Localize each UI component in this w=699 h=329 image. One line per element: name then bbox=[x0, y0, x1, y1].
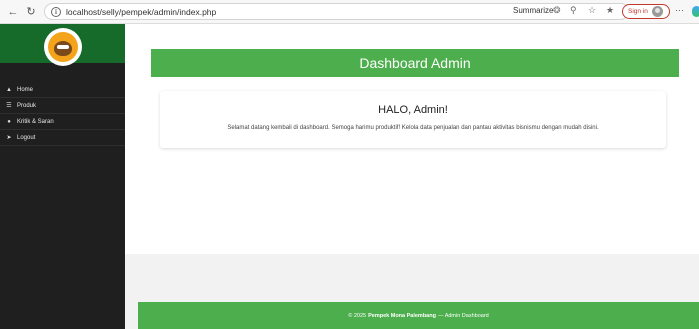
favorites-list-icon[interactable]: ★ bbox=[606, 5, 614, 16]
sidebar-item-produk[interactable]: ☰ Produk bbox=[0, 98, 125, 114]
footer: © 2025 Pempek Mona Palembang — Admin Das… bbox=[138, 302, 699, 329]
sidebar-item-label: Kritik & Saran bbox=[17, 118, 54, 125]
list-icon: ☰ bbox=[6, 103, 12, 109]
sidebar-item-home[interactable]: ▲ Home bbox=[0, 82, 125, 98]
sidebar: ▲ Home ☰ Produk ● Kritik & Saran ➤ Logou… bbox=[0, 24, 125, 329]
signin-label: Sign in bbox=[628, 8, 648, 15]
profile-avatar-icon bbox=[651, 6, 663, 17]
logout-icon: ➤ bbox=[6, 135, 12, 141]
logo-mascot-icon bbox=[47, 31, 78, 62]
sidebar-item-kritik-saran[interactable]: ● Kritik & Saran bbox=[0, 114, 125, 130]
signin-button[interactable]: Sign in bbox=[622, 4, 670, 19]
sidebar-item-label: Produk bbox=[17, 102, 37, 109]
brand-logo[interactable] bbox=[43, 27, 82, 66]
sidebar-item-logout[interactable]: ➤ Logout bbox=[0, 130, 125, 146]
sidebar-brand bbox=[0, 24, 125, 66]
sidebar-item-label: Home bbox=[17, 86, 34, 93]
more-menu-icon[interactable]: ··· bbox=[675, 5, 684, 15]
footer-brand: Pempek Mona Palembang bbox=[368, 312, 436, 319]
favorite-star-icon[interactable]: ☆ bbox=[588, 5, 596, 16]
url-text: localhost/selly/pempek/admin/index.php bbox=[66, 6, 217, 17]
summarize-icon[interactable]: ❂ bbox=[553, 5, 561, 16]
dashboard-header: Dashboard Admin bbox=[151, 49, 679, 77]
welcome-card: HALO, Admin! Selamat datang kembali di d… bbox=[160, 91, 666, 148]
welcome-text: Selamat datang kembali di dashboard. Sem… bbox=[227, 125, 599, 131]
comment-icon: ● bbox=[7, 118, 11, 125]
footer-copyright: © 2025 bbox=[348, 312, 367, 319]
sidebar-menu: ▲ Home ☰ Produk ● Kritik & Saran ➤ Logou… bbox=[0, 82, 125, 146]
sidebar-item-label: Logout bbox=[17, 134, 36, 141]
page-title: Dashboard Admin bbox=[359, 55, 471, 71]
summarize-button[interactable]: Summarize bbox=[513, 6, 553, 15]
back-icon[interactable]: ← bbox=[6, 5, 20, 19]
footer-suffix: — Admin Dashboard bbox=[437, 312, 489, 319]
zoom-icon[interactable]: ⚲ bbox=[570, 5, 577, 16]
refresh-icon[interactable]: ↻ bbox=[24, 5, 38, 19]
greeting-heading: HALO, Admin! bbox=[378, 104, 448, 116]
browser-toolbar: ← ↻ i localhost/selly/pempek/admin/index… bbox=[0, 0, 699, 24]
copilot-icon[interactable] bbox=[692, 6, 699, 17]
info-icon[interactable]: i bbox=[51, 6, 61, 17]
home-icon: ▲ bbox=[6, 86, 12, 93]
main-content: Dashboard Admin HALO, Admin! Selamat dat… bbox=[125, 24, 699, 329]
